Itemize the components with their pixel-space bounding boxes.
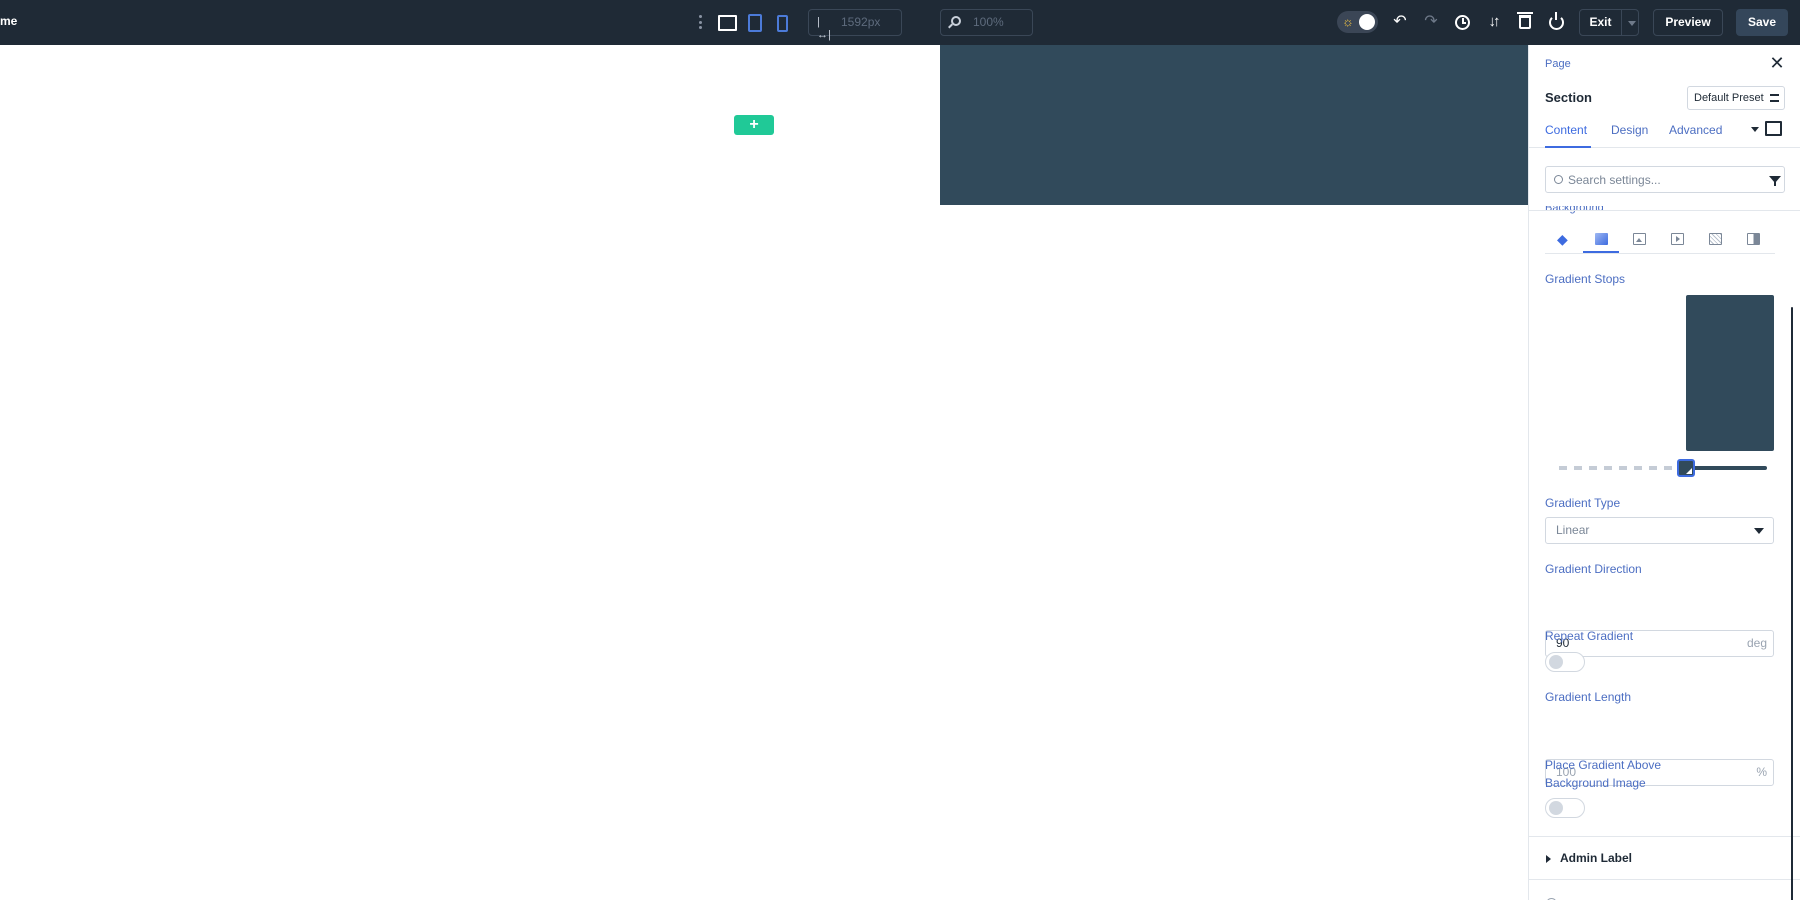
scrollbar-thumb[interactable] — [1791, 307, 1793, 900]
filter-icon[interactable] — [1769, 176, 1781, 186]
search-input[interactable] — [1568, 170, 1758, 189]
tab-design[interactable]: Design — [1611, 112, 1648, 148]
panel-layout-icon[interactable] — [1765, 121, 1782, 136]
divider — [1529, 210, 1800, 211]
theme-toggle-knob — [1359, 14, 1375, 30]
theme-toggle[interactable]: ☼ — [1337, 11, 1378, 33]
gradient-type-select[interactable]: Linear — [1545, 517, 1774, 544]
power-icon[interactable] — [1549, 12, 1564, 30]
place-gradient-toggle[interactable] — [1545, 798, 1585, 818]
breadcrumb[interactable]: Page — [1545, 58, 1571, 70]
tab-advanced[interactable]: Advanced — [1669, 112, 1722, 148]
chevron-down-icon[interactable] — [1628, 21, 1636, 26]
width-arrows-icon: |↔| — [817, 16, 831, 41]
exit-button-label: Exit — [1589, 15, 1612, 29]
section-background-block[interactable] — [940, 45, 1528, 205]
repeat-gradient-label: Repeat Gradient — [1545, 629, 1634, 643]
caret-right-icon — [1546, 855, 1551, 863]
gradient-type-label: Gradient Type — [1545, 496, 1621, 510]
pattern-icon — [1709, 233, 1722, 245]
preset-label: Default Preset — [1694, 92, 1764, 104]
zoom-input[interactable]: 100% — [940, 9, 1033, 36]
settings-panel: Page ✕ Section Default Preset Content De… — [1528, 45, 1800, 900]
exit-button[interactable]: Exit — [1579, 9, 1639, 36]
bg-tab-image[interactable] — [1621, 224, 1657, 253]
builder-canvas: + — [0, 45, 1528, 900]
trash-icon[interactable] — [1517, 12, 1533, 29]
video-icon — [1671, 233, 1684, 245]
gradient-icon — [1595, 233, 1608, 245]
repeat-gradient-toggle[interactable] — [1545, 652, 1585, 672]
gradient-length-unit: % — [1756, 765, 1767, 779]
save-button[interactable]: Save — [1736, 9, 1788, 36]
phone-view-icon[interactable] — [775, 13, 788, 32]
background-type-tabs: ◆ — [1545, 224, 1775, 254]
preview-button[interactable]: Preview — [1653, 9, 1723, 36]
clock-icon[interactable] — [1455, 15, 1470, 30]
bg-tab-mask[interactable] — [1735, 224, 1771, 253]
gradient-length-label: Gradient Length — [1545, 690, 1632, 704]
gradient-direction-label: Gradient Direction — [1545, 562, 1642, 576]
tablet-view-icon[interactable] — [747, 13, 762, 32]
redo-icon[interactable]: ↷ — [1421, 12, 1441, 32]
import-export-icon[interactable]: ↓↑ — [1483, 12, 1503, 32]
settings-tabs: Content Design Advanced — [1529, 112, 1800, 148]
zoom-value: 100% — [973, 15, 1004, 29]
canvas-width-value: 1592px — [841, 15, 881, 29]
chevron-down-icon[interactable] — [1751, 127, 1759, 132]
bg-tab-video[interactable] — [1659, 224, 1695, 253]
canvas-width-input[interactable]: |↔| 1592px — [808, 9, 902, 41]
desktop-view-icon[interactable] — [717, 13, 737, 31]
more-vertical-icon[interactable] — [696, 12, 704, 32]
preset-button[interactable]: Default Preset — [1687, 86, 1785, 110]
bg-tab-pattern[interactable] — [1697, 224, 1733, 253]
chevron-down-icon — [1754, 528, 1764, 534]
place-gradient-label-line2: Background Image — [1545, 776, 1646, 790]
gradient-track[interactable] — [1559, 466, 1687, 470]
gradient-stops-label: Gradient Stops — [1545, 272, 1626, 286]
close-icon[interactable]: ✕ — [1769, 54, 1785, 72]
add-row-button[interactable]: + — [734, 115, 774, 135]
admin-label-section[interactable]: Admin Label — [1529, 836, 1800, 880]
paint-bucket-icon: ◆ — [1557, 231, 1568, 247]
gradient-track-filled[interactable] — [1687, 466, 1767, 470]
builder-toolbar: me |↔| 1592px 100% ☼ ↶ ↷ ↓↑ Exit Preview… — [0, 0, 1800, 45]
image-icon — [1633, 233, 1646, 245]
search-icon — [1554, 175, 1563, 184]
tab-content[interactable]: Content — [1545, 112, 1591, 148]
gradient-direction-unit: deg — [1746, 636, 1767, 650]
undo-icon[interactable]: ↶ — [1390, 12, 1410, 32]
gradient-type-value: Linear — [1556, 523, 1590, 537]
gradient-preview — [1686, 295, 1774, 451]
panel-title: Section — [1545, 90, 1592, 105]
sun-icon: ☼ — [1342, 14, 1354, 29]
gradient-stop-handle[interactable] — [1677, 459, 1695, 477]
place-gradient-label-line1: Place Gradient Above — [1545, 758, 1662, 772]
page-title-fragment: me — [0, 14, 18, 28]
mask-icon — [1747, 233, 1760, 245]
admin-label-heading: Admin Label — [1560, 851, 1633, 865]
zoom-icon — [951, 16, 961, 26]
sliders-icon — [1770, 94, 1779, 102]
search-settings[interactable] — [1545, 166, 1785, 193]
bg-tab-gradient[interactable] — [1583, 224, 1619, 253]
bg-tab-color[interactable]: ◆ — [1545, 224, 1581, 253]
exit-button-separator — [1621, 10, 1622, 35]
